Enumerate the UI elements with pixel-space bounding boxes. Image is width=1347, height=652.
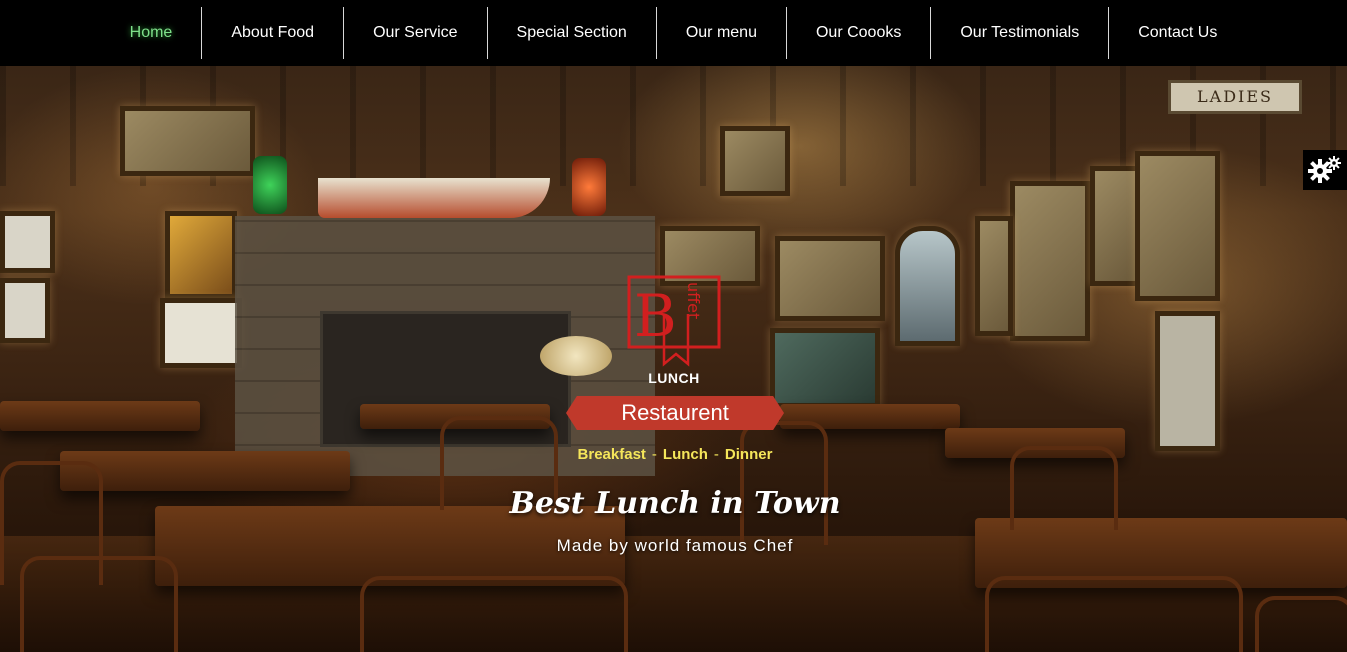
model-ship bbox=[318, 178, 550, 218]
gear-icon bbox=[1308, 156, 1341, 183]
meal-breakfast: Breakfast bbox=[577, 446, 646, 463]
restaurant-ribbon: Restaurent bbox=[566, 396, 784, 430]
wooden-chair bbox=[20, 556, 178, 652]
nav-list: Home About Food Our Service Special Sect… bbox=[101, 0, 1247, 66]
nav-item-about-food: About Food bbox=[202, 7, 345, 59]
wall-picture bbox=[775, 236, 885, 321]
wall-picture bbox=[895, 226, 960, 346]
nav-link-home[interactable]: Home bbox=[130, 24, 173, 42]
wall-picture bbox=[1090, 166, 1140, 286]
wooden-chair bbox=[1255, 596, 1347, 652]
buffet-logo: B uffet bbox=[627, 275, 721, 367]
wall-picture bbox=[0, 211, 55, 273]
hero-title: Best Lunch in Town bbox=[509, 486, 841, 521]
dining-table bbox=[60, 451, 350, 491]
meal-separator: - bbox=[713, 446, 719, 463]
dining-table bbox=[0, 401, 200, 431]
nav-item-home: Home bbox=[101, 7, 203, 59]
wall-picture bbox=[120, 106, 255, 176]
logo-letter: B bbox=[634, 282, 677, 350]
wall-picture bbox=[0, 278, 50, 343]
ribbon-label: Restaurent bbox=[621, 400, 729, 425]
wall-picture bbox=[160, 298, 242, 368]
red-lantern bbox=[572, 158, 606, 216]
nav-link-our-testimonials[interactable]: Our Testimonials bbox=[960, 24, 1079, 42]
nav-item-our-cooks: Our Coooks bbox=[787, 7, 932, 59]
hero-subtitle: Made by world famous Chef bbox=[556, 536, 794, 555]
wall-picture bbox=[1155, 311, 1220, 451]
meal-times: Breakfast - Lunch - Dinner bbox=[540, 446, 810, 463]
lunch-badge: LUNCH bbox=[648, 370, 700, 386]
wall-picture bbox=[165, 211, 237, 299]
meal-lunch: Lunch bbox=[662, 446, 708, 463]
nav-item-special-section: Special Section bbox=[488, 7, 657, 59]
wall-picture bbox=[1135, 151, 1220, 301]
logo-word: uffet bbox=[684, 282, 703, 319]
wooden-chair bbox=[985, 576, 1243, 652]
nav-link-our-cooks[interactable]: Our Coooks bbox=[816, 24, 901, 42]
nav-item-contact-us: Contact Us bbox=[1109, 7, 1246, 59]
wooden-chair bbox=[740, 421, 828, 545]
nav-link-about-food[interactable]: About Food bbox=[231, 24, 314, 42]
hero-section: LADIES B uffet LUNCH Restaurent Breakfas… bbox=[0, 66, 1347, 652]
nav-item-our-menu: Our menu bbox=[657, 7, 787, 59]
nav-item-our-service: Our Service bbox=[344, 7, 488, 59]
meal-separator: - bbox=[651, 446, 657, 463]
ladies-sign: LADIES bbox=[1168, 80, 1302, 114]
wall-picture bbox=[770, 328, 880, 408]
settings-toggle-button[interactable] bbox=[1303, 150, 1347, 190]
wooden-chair bbox=[360, 576, 628, 652]
nav-link-our-menu[interactable]: Our menu bbox=[686, 24, 757, 42]
main-navigation: Home About Food Our Service Special Sect… bbox=[0, 0, 1347, 66]
green-lantern bbox=[253, 156, 287, 214]
wall-picture bbox=[975, 216, 1013, 336]
wall-picture bbox=[720, 126, 790, 196]
wall-picture bbox=[1010, 181, 1090, 341]
nav-item-our-testimonials: Our Testimonials bbox=[931, 7, 1110, 59]
flower-bouquet bbox=[540, 336, 612, 376]
nav-link-contact-us[interactable]: Contact Us bbox=[1138, 24, 1217, 42]
nav-link-special-section[interactable]: Special Section bbox=[517, 24, 627, 42]
wooden-chair bbox=[1010, 446, 1118, 530]
nav-link-our-service[interactable]: Our Service bbox=[373, 24, 457, 42]
meal-dinner: Dinner bbox=[724, 446, 773, 463]
